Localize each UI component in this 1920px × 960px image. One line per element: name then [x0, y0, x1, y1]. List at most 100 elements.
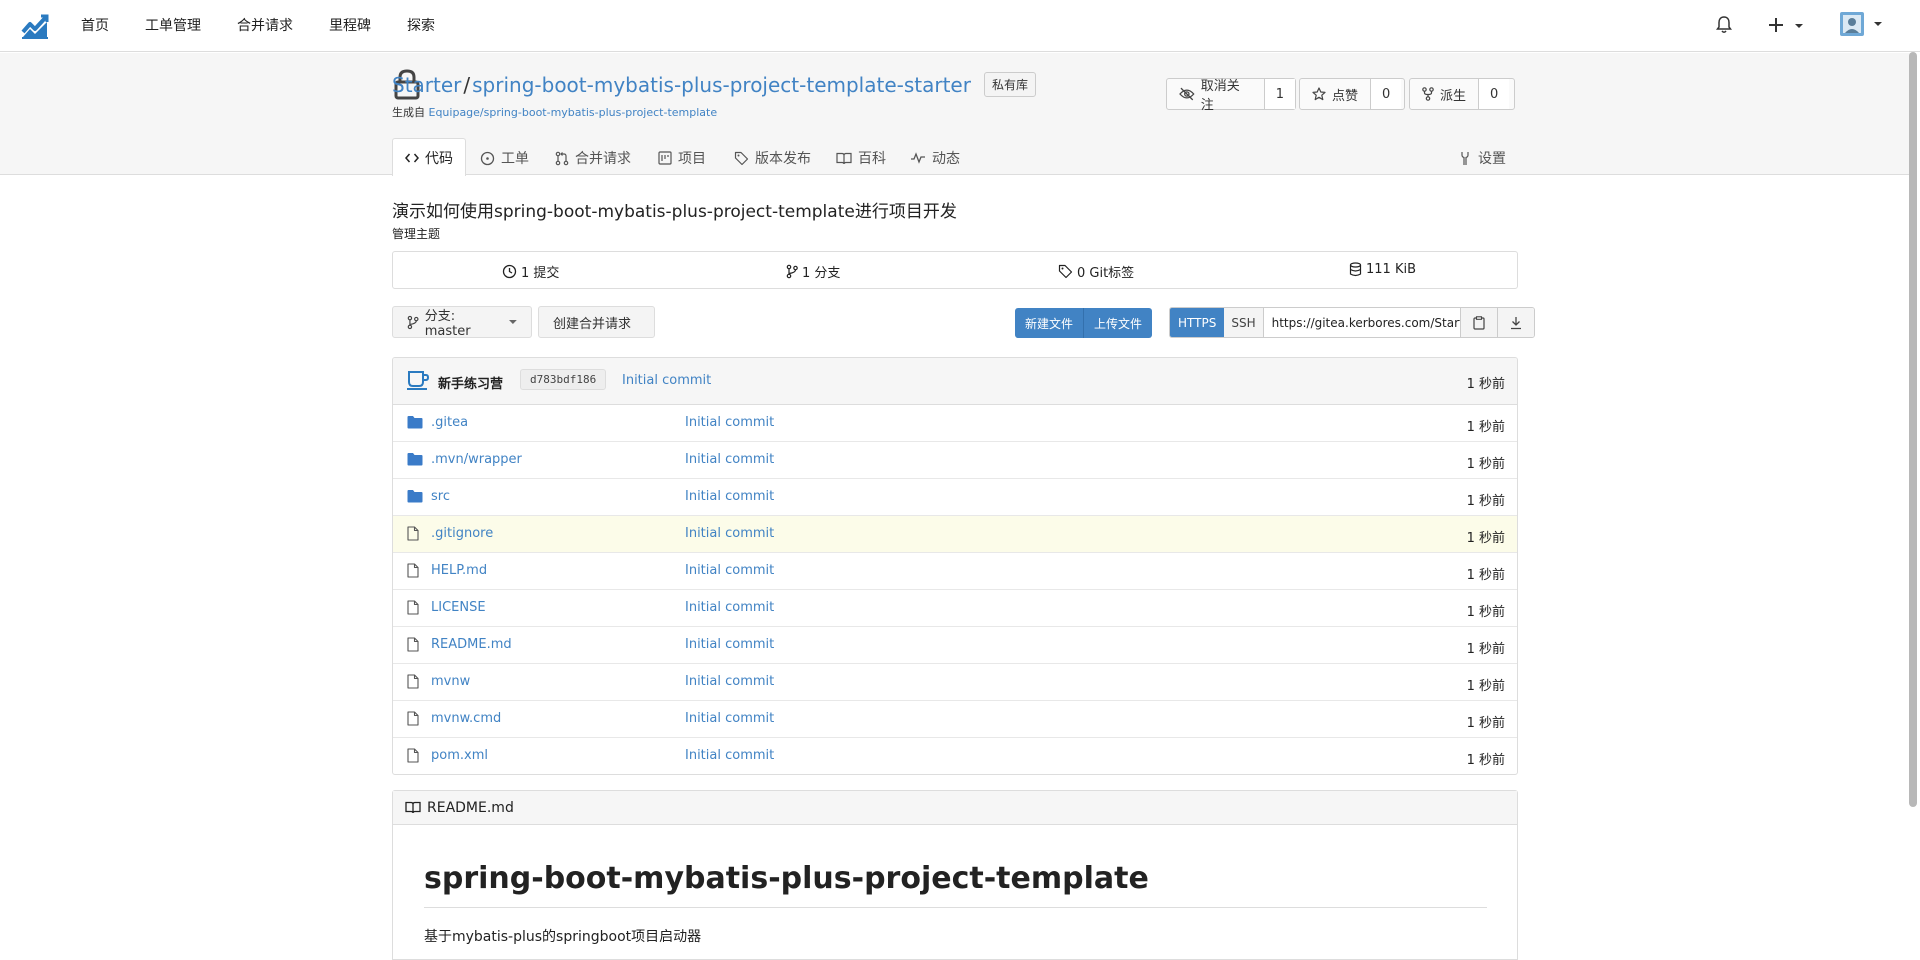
file-commit-age: 1 秒前	[1466, 420, 1505, 435]
tab-releases-label: 版本发布	[755, 151, 811, 167]
latest-commit-header: 新手练习营 d783bdf186 Initial commit 1 秒前	[393, 358, 1517, 405]
file-commit-link[interactable]: Initial commit	[685, 748, 774, 763]
commit-message[interactable]: Initial commit	[622, 373, 711, 388]
tab-code-label: 代码	[425, 150, 453, 167]
branch-label: 分支: master	[424, 309, 471, 339]
download-button[interactable]	[1496, 308, 1534, 337]
file-row[interactable]: .mvn/wrapper Initial commit 1 秒前	[393, 442, 1517, 479]
file-commit-link[interactable]: Initial commit	[685, 600, 774, 615]
file-row[interactable]: mvnw Initial commit 1 秒前	[393, 664, 1517, 701]
watch-group: 取消关注 1	[1166, 78, 1296, 113]
file-icon	[407, 526, 419, 541]
nav-issues[interactable]: 工单管理	[145, 15, 201, 35]
tab-projects[interactable]: 项目	[658, 148, 706, 168]
bell-icon[interactable]	[1716, 16, 1732, 34]
file-name-link[interactable]: mvnw.cmd	[431, 711, 501, 726]
file-row[interactable]: pom.xml Initial commit 1 秒前	[393, 738, 1517, 774]
commit-sha[interactable]: d783bdf186	[520, 369, 607, 390]
file-commit-link[interactable]: Initial commit	[685, 415, 774, 430]
fork-button[interactable]: 派生	[1410, 79, 1480, 109]
branch-dropdown[interactable]: 分支: master	[392, 306, 532, 339]
file-commit-link[interactable]: Initial commit	[685, 489, 774, 504]
unwatch-button[interactable]: 取消关注	[1167, 79, 1265, 113]
top-navbar: 首页 工单管理 合并请求 里程碑 探索	[0, 0, 1920, 52]
file-name-link[interactable]: .mvn/wrapper	[431, 452, 522, 467]
commit-author[interactable]: 新手练习营	[438, 373, 503, 392]
file-name-link[interactable]: src	[431, 489, 450, 504]
nav-home[interactable]: 首页	[81, 15, 109, 35]
star-button[interactable]: 点赞	[1300, 79, 1372, 109]
private-badge: 私有库	[984, 72, 1037, 97]
branches-stat[interactable]: 1 分支	[786, 262, 840, 281]
clone-panel: HTTPS SSH https://gitea.kerbores.com/Sta…	[1169, 307, 1535, 338]
folder-icon	[407, 415, 423, 429]
file-row[interactable]: .gitea Initial commit 1 秒前	[393, 405, 1517, 442]
watch-count[interactable]: 1	[1264, 79, 1295, 109]
file-row[interactable]: src Initial commit 1 秒前	[393, 479, 1517, 516]
file-name-link[interactable]: HELP.md	[431, 563, 487, 578]
file-commit-link[interactable]: Initial commit	[685, 637, 774, 652]
file-commit-link[interactable]: Initial commit	[685, 563, 774, 578]
page-scrollbar[interactable]	[1909, 52, 1917, 807]
file-commit-link[interactable]: Initial commit	[685, 526, 774, 541]
file-name-link[interactable]: .gitignore	[431, 526, 493, 541]
tab-issues[interactable]: 工单	[480, 148, 529, 168]
file-name-link[interactable]: pom.xml	[431, 748, 488, 763]
file-name-link[interactable]: mvnw	[431, 674, 470, 689]
database-icon	[1349, 262, 1362, 277]
file-row[interactable]: .gitignore Initial commit 1 秒前	[393, 516, 1517, 553]
file-row[interactable]: LICENSE Initial commit 1 秒前	[393, 590, 1517, 627]
clipboard-icon	[1472, 315, 1485, 330]
copy-url-button[interactable]	[1460, 308, 1497, 337]
upload-file-button[interactable]: 上传文件	[1083, 308, 1153, 338]
nav-explore[interactable]: 探索	[407, 15, 435, 35]
tab-wiki[interactable]: 百科	[836, 148, 886, 168]
file-name-link[interactable]: LICENSE	[431, 600, 486, 615]
tab-pulls-label: 合并请求	[575, 151, 631, 167]
tools-icon	[1461, 151, 1469, 165]
repo-owner-link[interactable]: Starter	[392, 73, 461, 97]
tags-stat[interactable]: 0 Git标签	[1058, 262, 1134, 281]
tab-settings[interactable]: 设置	[1458, 148, 1506, 168]
repo-name-link[interactable]: spring-boot-mybatis-plus-project-templat…	[472, 73, 971, 97]
tab-activity[interactable]: 动态	[910, 148, 960, 168]
file-row[interactable]: mvnw.cmd Initial commit 1 秒前	[393, 701, 1517, 738]
https-clone-button[interactable]: HTTPS	[1170, 308, 1225, 337]
code-icon	[405, 153, 419, 162]
file-row[interactable]: HELP.md Initial commit 1 秒前	[393, 553, 1517, 590]
file-icon	[407, 563, 419, 578]
repo-stats-bar: 1 提交 1 分支 0 Git标签 111 KiB	[392, 251, 1518, 289]
clone-url-input[interactable]: https://gitea.kerbores.com/Starter/sprin…	[1264, 308, 1461, 337]
user-avatar-dropdown[interactable]	[1840, 11, 1884, 37]
ssh-clone-button[interactable]: SSH	[1224, 308, 1264, 337]
nav-pulls[interactable]: 合并请求	[237, 15, 293, 35]
history-icon	[502, 264, 517, 279]
file-name-link[interactable]: .gitea	[431, 415, 468, 430]
manage-topics-link[interactable]: 管理主题	[392, 225, 440, 242]
template-repo-link[interactable]: Equipage/spring-boot-mybatis-plus-projec…	[429, 106, 718, 119]
new-file-button[interactable]: 新建文件	[1015, 308, 1084, 338]
file-icon	[407, 637, 419, 652]
file-icon	[407, 711, 419, 726]
tab-pulls[interactable]: 合并请求	[555, 148, 631, 168]
issue-opened-icon	[480, 151, 495, 165]
new-pull-request-button[interactable]: 创建合并请求	[538, 306, 655, 338]
file-list: .gitea Initial commit 1 秒前 .mvn/wrapper Init…	[393, 405, 1517, 774]
book-icon	[405, 801, 421, 814]
tab-releases[interactable]: 版本发布	[734, 148, 811, 168]
star-count[interactable]: 0	[1371, 79, 1402, 109]
fork-count[interactable]: 0	[1479, 79, 1510, 109]
file-row[interactable]: README.md Initial commit 1 秒前	[393, 627, 1517, 664]
generated-from: 生成自 Equipage/spring-boot-mybatis-plus-pr…	[392, 104, 717, 120]
fork-icon	[1422, 87, 1434, 101]
file-commit-link[interactable]: Initial commit	[685, 711, 774, 726]
commits-stat[interactable]: 1 提交	[502, 262, 559, 281]
gitea-logo-icon[interactable]	[20, 12, 50, 40]
file-name-link[interactable]: README.md	[431, 637, 512, 652]
nav-milestones[interactable]: 里程碑	[329, 15, 371, 35]
create-new-dropdown[interactable]	[1769, 17, 1803, 33]
tab-code[interactable]: 代码	[392, 138, 466, 176]
file-commit-link[interactable]: Initial commit	[685, 452, 774, 467]
download-icon	[1510, 316, 1521, 329]
file-commit-link[interactable]: Initial commit	[685, 674, 774, 689]
